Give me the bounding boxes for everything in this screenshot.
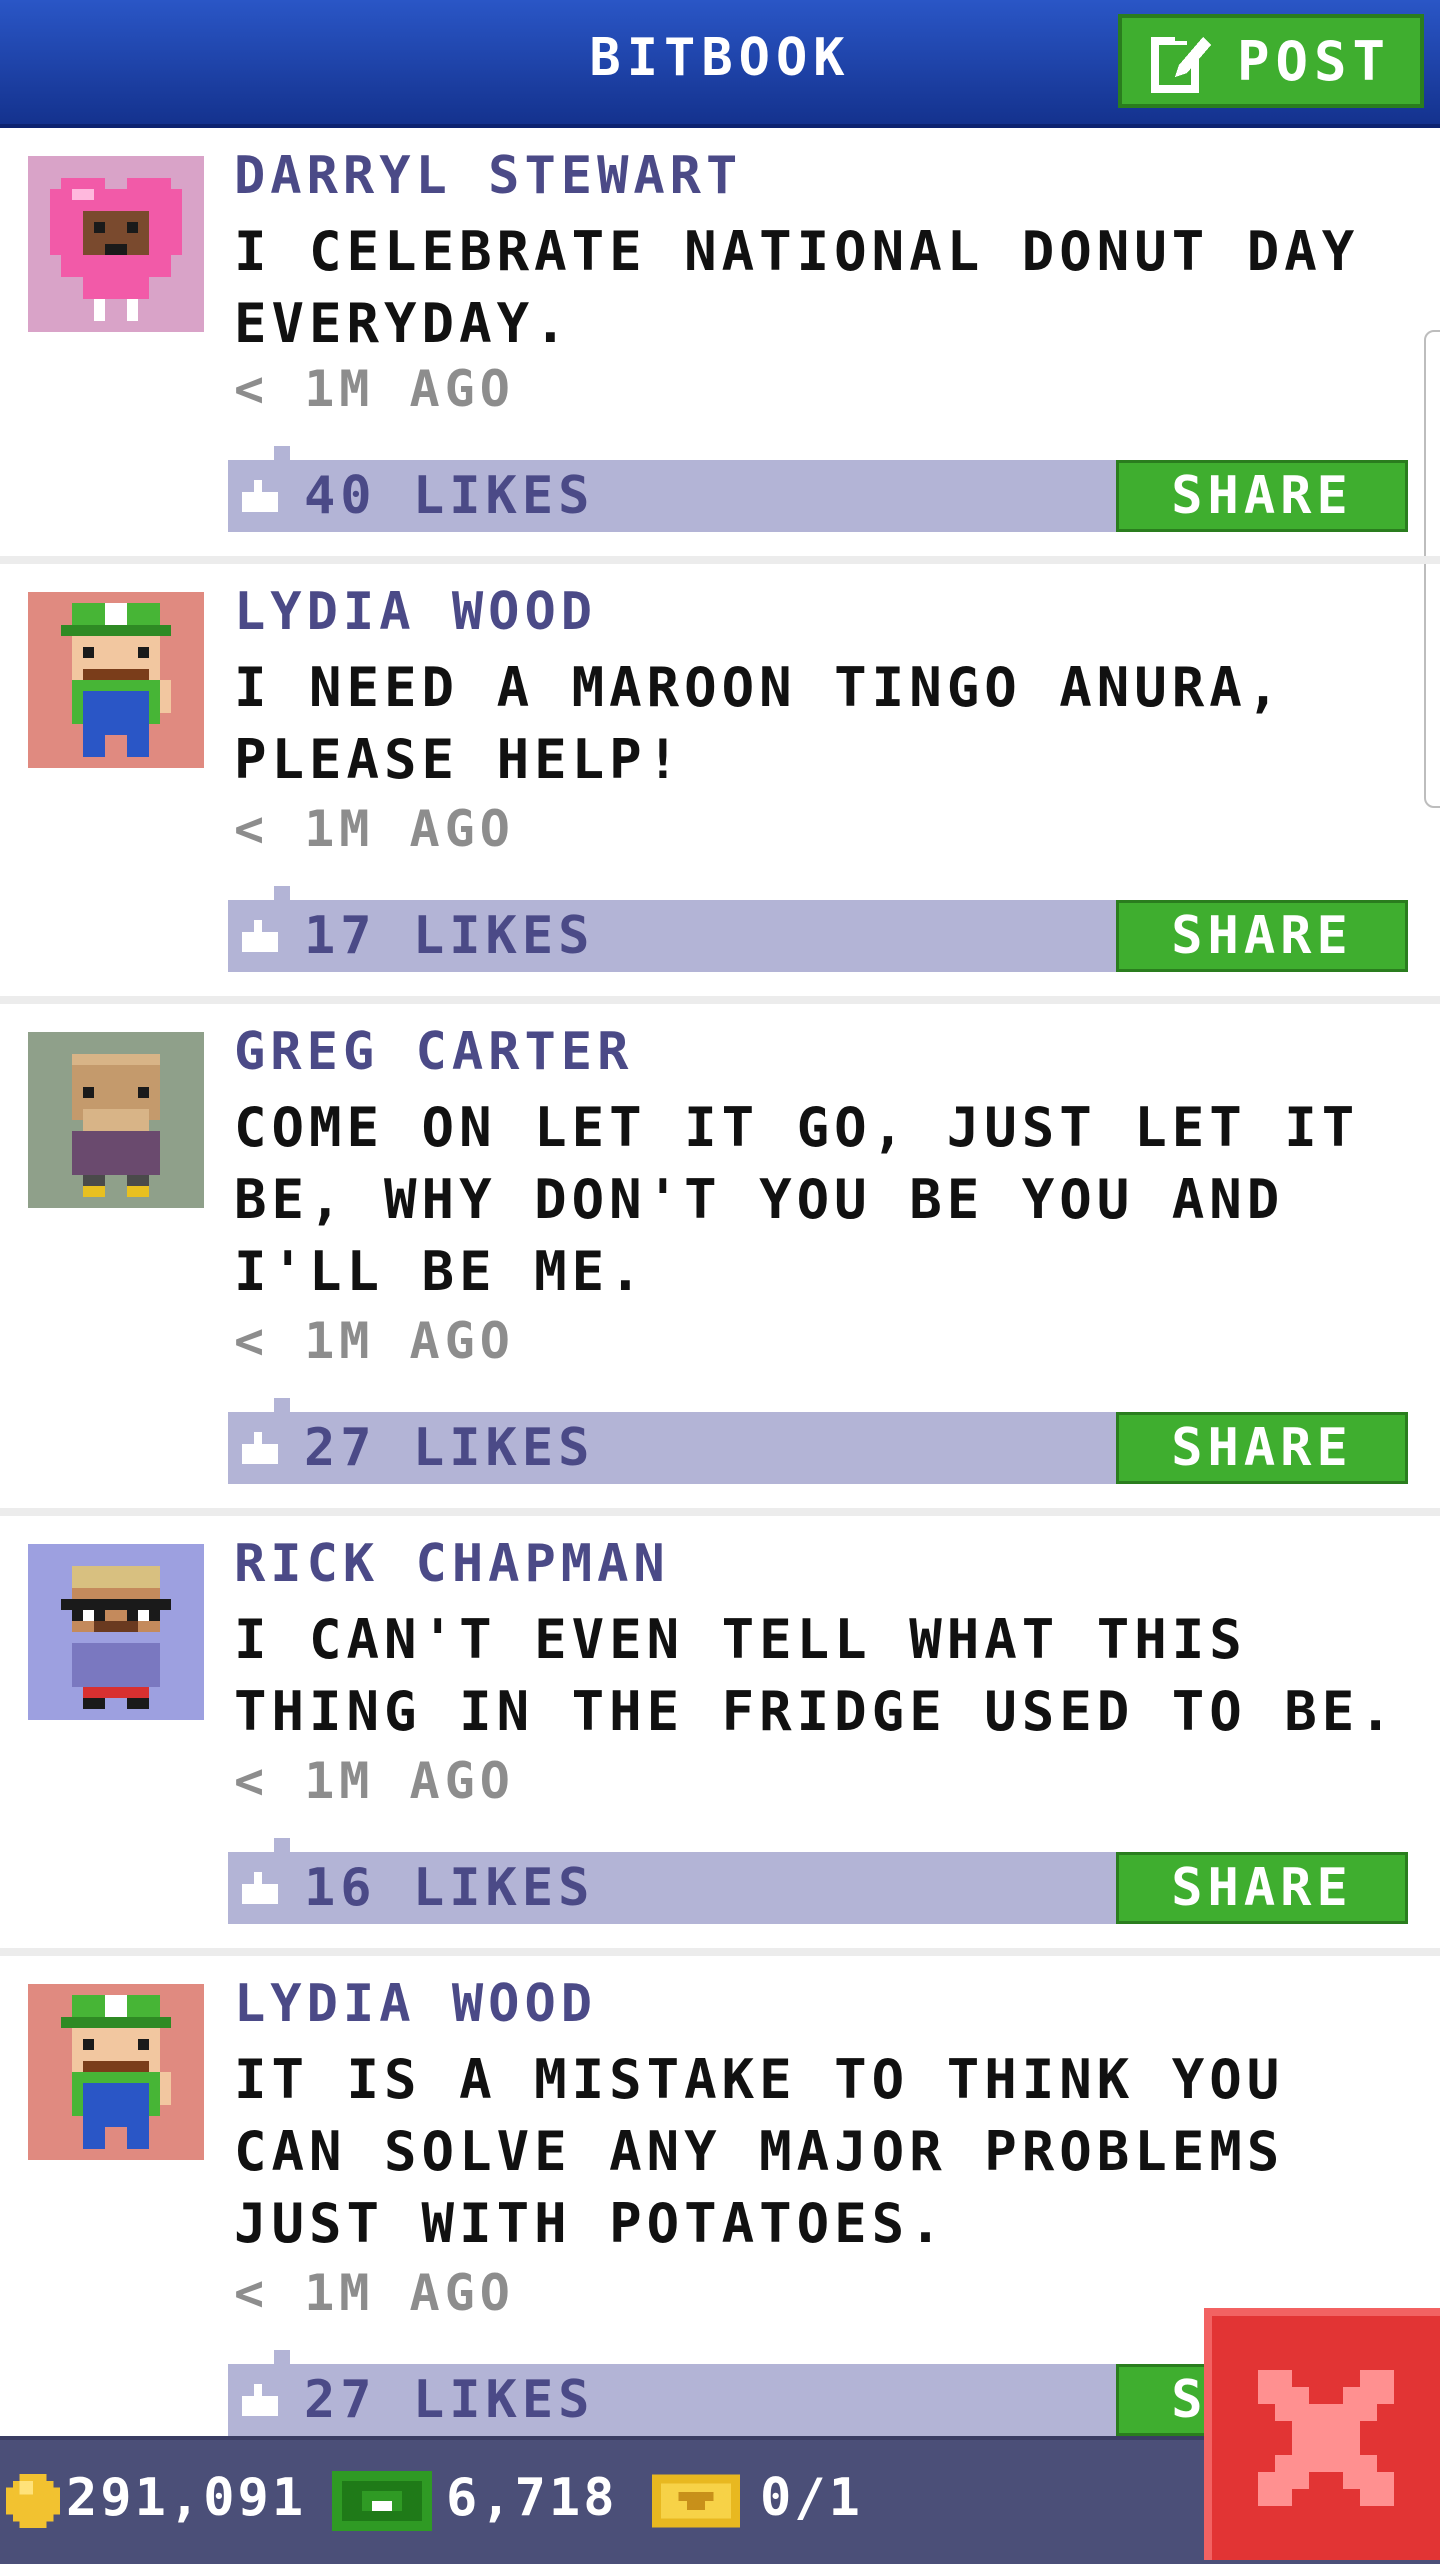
share-button[interactable]: SHARE (1116, 900, 1408, 972)
post-message: IT IS A MISTAKE TO THINK YOU CAN SOLVE A… (234, 2048, 1285, 2255)
share-button[interactable]: SHARE (1116, 460, 1408, 532)
post-author[interactable]: LYDIA WOOD (234, 582, 597, 642)
post-button[interactable]: POST (1118, 14, 1424, 108)
post-author[interactable]: RICK CHAPMAN (234, 1534, 670, 1594)
cash-icon (332, 2471, 432, 2531)
post-time: < 1M AGO (234, 1312, 515, 1370)
likes-count: 27 LIKES (304, 1418, 595, 1478)
post-author[interactable]: DARRYL STEWART (234, 146, 742, 206)
donut-avatar-icon (28, 156, 204, 332)
post-button-label: POST (1236, 29, 1392, 93)
thumb-up-icon[interactable] (242, 1872, 278, 1904)
post-time: < 1M AGO (234, 1752, 515, 1810)
feed-post: LYDIA WOOD I NEED A MAROON TINGO ANURA, … (0, 564, 1440, 1004)
likes-bar: 27 LIKES SHARE (228, 1398, 1408, 1484)
ticket-count: 0/1 (760, 2468, 863, 2528)
thumb-up-icon[interactable] (242, 480, 278, 512)
likes-bar: 16 LIKES SHARE (228, 1838, 1408, 1924)
post-message: I CELEBRATE NATIONAL DONUT DAY EVERYDAY. (234, 220, 1360, 355)
post-time: < 1M AGO (234, 800, 515, 858)
likes-count: 16 LIKES (304, 1858, 595, 1918)
share-button[interactable]: SHARE (1116, 1852, 1408, 1924)
feed-post: GREG CARTER COME ON LET IT GO, JUST LET … (0, 1004, 1440, 1516)
ticket-icon (652, 2474, 740, 2528)
edit-icon (1150, 33, 1211, 93)
post-time: < 1M AGO (234, 360, 515, 418)
coin-icon (6, 2474, 60, 2528)
post-message: I CAN'T EVEN TELL WHAT THIS THING IN THE… (234, 1608, 1397, 1743)
likes-count: 40 LIKES (304, 466, 595, 526)
green-cap-avatar-icon (28, 592, 204, 768)
likes-bar: 17 LIKES SHARE (228, 886, 1408, 972)
post-time: < 1M AGO (234, 2264, 515, 2322)
close-icon (1258, 2370, 1394, 2506)
post-message: COME ON LET IT GO, JUST LET IT BE, WHY D… (234, 1096, 1360, 1303)
thumb-up-icon[interactable] (242, 1432, 278, 1464)
glasses-avatar-icon (28, 1544, 204, 1720)
feed-post: DARRYL STEWART I CELEBRATE NATIONAL DONU… (0, 128, 1440, 564)
coin-count: 291,091 (66, 2468, 307, 2528)
app-header: BITBOOK POST (0, 0, 1440, 128)
feed-list: DARRYL STEWART I CELEBRATE NATIONAL DONU… (0, 128, 1440, 2468)
close-button[interactable] (1204, 2308, 1440, 2560)
post-author[interactable]: LYDIA WOOD (234, 1974, 597, 2034)
feed-post: RICK CHAPMAN I CAN'T EVEN TELL WHAT THIS… (0, 1516, 1440, 1956)
thumb-up-icon[interactable] (242, 920, 278, 952)
likes-count: 27 LIKES (304, 2370, 595, 2430)
post-message: I NEED A MAROON TINGO ANURA, PLEASE HELP… (234, 656, 1285, 791)
likes-bar: 40 LIKES SHARE (228, 446, 1408, 532)
green-cap-avatar-icon (28, 1984, 204, 2160)
thumb-up-icon[interactable] (242, 2384, 278, 2416)
bald-man-avatar-icon (28, 1032, 204, 1208)
bux-count: 6,718 (446, 2468, 618, 2528)
likes-count: 17 LIKES (304, 906, 595, 966)
post-author[interactable]: GREG CARTER (234, 1022, 633, 1082)
share-button[interactable]: SHARE (1116, 1412, 1408, 1484)
